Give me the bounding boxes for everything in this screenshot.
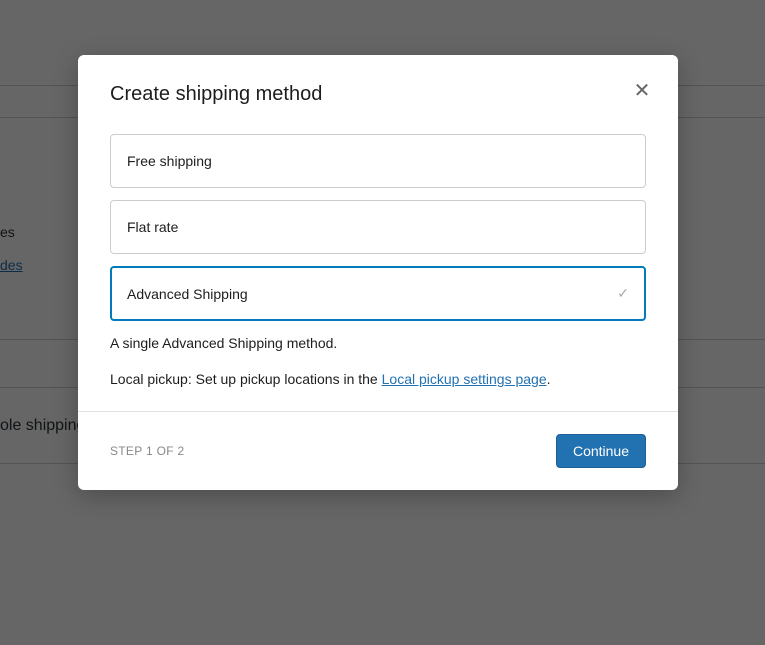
option-label: Flat rate: [127, 219, 178, 235]
local-pickup-link[interactable]: Local pickup settings page: [382, 371, 547, 387]
option-free-shipping[interactable]: Free shipping: [110, 134, 646, 188]
step-indicator: STEP 1 OF 2: [110, 444, 184, 458]
option-description: A single Advanced Shipping method.: [110, 335, 646, 351]
check-icon: ✓: [617, 285, 629, 302]
modal-footer: STEP 1 OF 2 Continue: [78, 411, 678, 490]
local-pickup-prefix: Local pickup: Set up pickup locations in…: [110, 371, 382, 387]
option-flat-rate[interactable]: Flat rate: [110, 200, 646, 254]
continue-button[interactable]: Continue: [556, 434, 646, 468]
close-icon: ✕: [634, 81, 651, 101]
modal-body: Free shipping Flat rate Advanced Shippin…: [78, 114, 678, 411]
option-label: Advanced Shipping: [127, 286, 248, 302]
option-advanced-shipping[interactable]: Advanced Shipping ✓: [110, 266, 646, 321]
modal-title: Create shipping method: [110, 83, 646, 106]
option-label: Free shipping: [127, 153, 212, 169]
local-pickup-hint: Local pickup: Set up pickup locations in…: [110, 371, 646, 387]
modal-header: Create shipping method ✕: [78, 55, 678, 114]
create-shipping-method-modal: Create shipping method ✕ Free shipping F…: [78, 55, 678, 490]
local-pickup-suffix: .: [547, 371, 551, 387]
close-button[interactable]: ✕: [630, 79, 654, 103]
